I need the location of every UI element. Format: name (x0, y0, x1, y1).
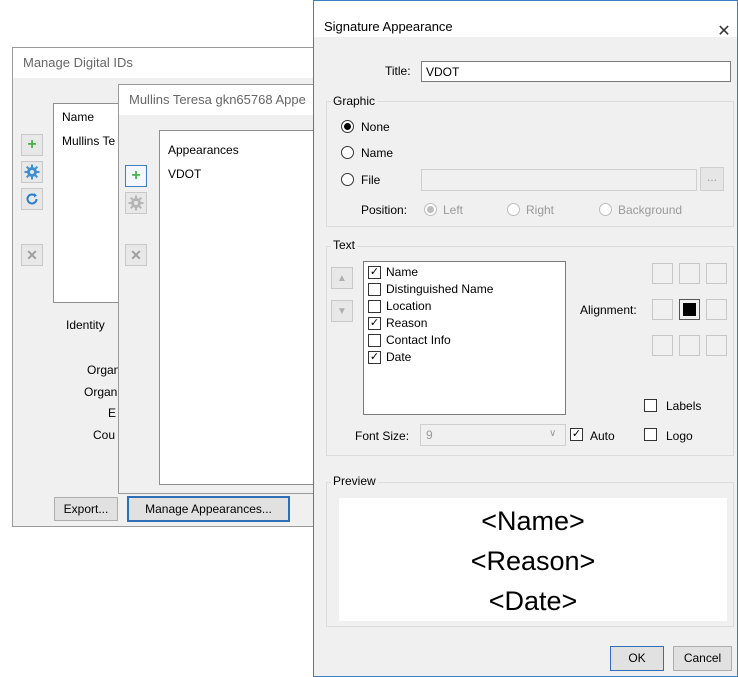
position-left-label: Left (443, 203, 464, 217)
cancel-button[interactable]: Cancel (673, 646, 732, 671)
text-item-checkbox[interactable] (368, 283, 381, 296)
refresh-button[interactable] (21, 188, 43, 210)
text-group-label: Text (331, 238, 358, 252)
alignment-bottom-left-button[interactable] (652, 335, 673, 356)
identity-field-label: Cou (93, 428, 116, 442)
logo-checkbox[interactable] (644, 428, 657, 441)
signature-appearance-dialog: Signature Appearance ✕ Title: VDOT Graph… (313, 0, 738, 677)
labels-label: Labels (666, 399, 702, 413)
identity-field-label: E (108, 406, 117, 420)
checkmark-icon: ✓ (571, 428, 582, 440)
delete-icon: ✕ (26, 246, 38, 263)
identity-field-label: Organ (84, 385, 118, 399)
text-item-checkbox[interactable] (368, 300, 381, 313)
edit-appearance-button[interactable] (125, 192, 147, 214)
settings-button[interactable] (21, 161, 43, 183)
font-size-value: 9 (426, 428, 433, 442)
position-label: Position: (361, 203, 408, 217)
move-up-button[interactable]: ▲ (331, 267, 353, 289)
list-item-appearance[interactable]: VDOT (168, 167, 201, 181)
appearances-window: Mullins Teresa gkn65768 Appe Appearances… (118, 84, 319, 494)
add-appearance-button[interactable]: + (125, 165, 147, 187)
text-item-label: Reason (386, 316, 428, 330)
browse-button[interactable]: ... (700, 167, 724, 191)
move-down-button[interactable]: ▼ (331, 300, 353, 322)
title-input-value: VDOT (426, 65, 460, 79)
list-header-name: Name (62, 110, 95, 124)
position-left-radio[interactable] (424, 203, 437, 216)
graphic-none-radio[interactable] (341, 120, 354, 133)
preview-area: <Name> <Reason> <Date> (339, 498, 727, 621)
delete-id-button[interactable]: ✕ (21, 244, 43, 266)
export-button[interactable]: Export... (54, 497, 118, 521)
alignment-top-left-button[interactable] (652, 263, 673, 284)
preview-line-name: <Name> (481, 506, 585, 536)
font-size-label: Font Size: (355, 429, 410, 443)
alignment-bottom-right-button[interactable] (706, 335, 727, 356)
gear-icon (128, 195, 144, 211)
alignment-center-button[interactable] (679, 299, 700, 320)
alignment-middle-left-button[interactable] (652, 299, 673, 320)
gear-icon (24, 164, 40, 180)
alignment-middle-right-button[interactable] (706, 299, 727, 320)
title-label: Title: (385, 64, 411, 78)
plus-icon: + (27, 136, 37, 153)
delete-icon: ✕ (130, 246, 142, 263)
graphic-file-radio[interactable] (341, 173, 354, 186)
list-item-id[interactable]: Mullins Te (62, 134, 115, 148)
auto-label: Auto (590, 429, 615, 443)
close-button[interactable]: ✕ (714, 23, 734, 43)
text-item-label: Location (386, 299, 432, 313)
text-item-checkbox[interactable] (368, 334, 381, 347)
dialog-title: Signature Appearance (314, 1, 737, 37)
alignment-top-center-button[interactable] (679, 263, 700, 284)
labels-checkbox[interactable] (644, 399, 657, 412)
text-item-label: Distinguished Name (386, 282, 494, 296)
delete-appearance-button[interactable]: ✕ (125, 244, 147, 266)
chevron-down-icon: ∨ (549, 428, 557, 439)
alignment-top-right-button[interactable] (706, 263, 727, 284)
alignment-label: Alignment: (580, 303, 637, 317)
text-item-checkbox[interactable]: ✓ (368, 317, 381, 330)
window-title: Mullins Teresa gkn65768 Appe (119, 85, 317, 115)
window-title: Manage Digital IDs (13, 48, 331, 78)
identity-field-label: Organ (87, 363, 121, 377)
graphic-file-label: File (361, 173, 381, 187)
text-items-list[interactable]: ✓ Name Distinguished Name Location ✓ Reason Co… (363, 261, 566, 415)
list-header-appearances: Appearances (168, 143, 239, 157)
auto-checkbox[interactable]: ✓ (570, 428, 583, 441)
text-item-label: Date (386, 350, 412, 364)
close-icon: ✕ (717, 23, 731, 40)
text-item-label: Contact Info (386, 333, 451, 347)
graphic-name-label: Name (361, 146, 394, 160)
preview-line-reason: <Reason> (470, 546, 596, 576)
position-right-label: Right (526, 203, 555, 217)
manage-appearances-button[interactable]: Manage Appearances... (127, 496, 290, 522)
ok-button[interactable]: OK (610, 646, 664, 671)
add-id-button[interactable]: + (21, 134, 43, 156)
preview-group-label: Preview (331, 474, 378, 488)
position-background-radio[interactable] (599, 203, 612, 216)
graphic-none-label: None (361, 120, 390, 134)
graphic-group-label: Graphic (331, 94, 378, 108)
position-right-radio[interactable] (507, 203, 520, 216)
refresh-icon (26, 193, 38, 205)
plus-icon: + (131, 167, 141, 184)
file-path-input[interactable] (421, 169, 697, 191)
text-item-checkbox[interactable]: ✓ (368, 266, 381, 279)
font-size-dropdown[interactable]: 9 ∨ (420, 424, 566, 446)
identity-label: Identity (66, 318, 105, 332)
logo-label: Logo (666, 429, 693, 443)
preview-line-date: <Date> (488, 586, 578, 616)
appearances-list[interactable]: Appearances VDOT (159, 130, 319, 485)
arrow-up-icon: ▲ (337, 272, 347, 284)
position-background-label: Background (618, 203, 683, 217)
alignment-bottom-center-button[interactable] (679, 335, 700, 356)
arrow-down-icon: ▼ (337, 305, 347, 317)
graphic-name-radio[interactable] (341, 146, 354, 159)
text-item-label: Name (386, 265, 419, 279)
title-input[interactable]: VDOT (421, 61, 731, 82)
text-item-checkbox[interactable]: ✓ (368, 351, 381, 364)
alignment-selected-marker (683, 303, 696, 316)
